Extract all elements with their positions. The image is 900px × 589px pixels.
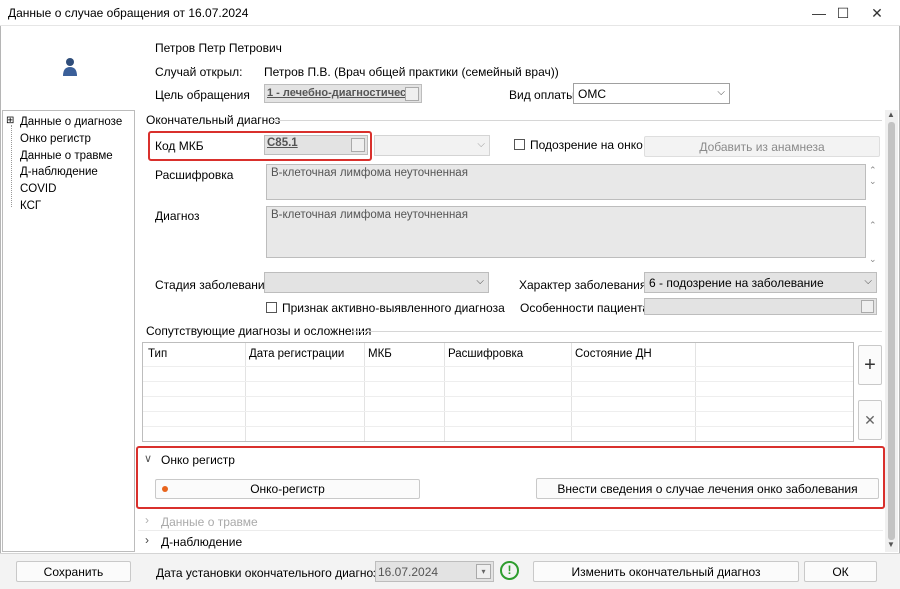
patient-features-field[interactable]: [644, 298, 877, 315]
character-label: Характер заболевания: [519, 278, 647, 292]
final-date-value: 16.07.2024: [378, 565, 439, 579]
section-final-diagnosis: Окончательный диагноз: [146, 113, 281, 127]
patient-name: Петров Петр Петрович: [155, 41, 282, 55]
opened-value: Петров П.В. (Врач общей практики (семейн…: [264, 65, 559, 79]
mkb-extra-select[interactable]: ⌵: [374, 135, 490, 156]
section-trauma[interactable]: Данные о травме: [161, 515, 258, 529]
mkb-label: Код МКБ: [155, 139, 204, 153]
character-select[interactable]: 6 - подозрение на заболевание ⌵: [644, 272, 877, 293]
diagnosis-scroll-icon[interactable]: ⌃ ⌄: [869, 208, 877, 276]
mkb-value: С85.1: [267, 137, 298, 149]
vertical-scrollbar[interactable]: ▲ ▼: [885, 110, 898, 552]
tree-item-onko[interactable]: Онко регистр: [20, 133, 91, 145]
user-icon: [63, 58, 77, 76]
column-header-decoding[interactable]: Расшифровка: [448, 348, 523, 360]
chevron-down-icon[interactable]: ∨: [144, 452, 152, 465]
add-from-anamnesis-button[interactable]: Добавить из анамнеза: [644, 136, 880, 157]
column-header-reg-date[interactable]: Дата регистрации: [249, 348, 344, 360]
active-detected-label: Признак активно-выявленного диагноза: [282, 301, 505, 315]
tree-item-trauma[interactable]: Данные о травме: [20, 150, 113, 162]
payment-label: Вид оплаты: [509, 88, 575, 102]
purpose-field[interactable]: 1 - лечебно-диагностическа: [264, 84, 422, 103]
column-header-type[interactable]: Тип: [148, 348, 167, 360]
decoding-field[interactable]: В-клеточная лимфома неуточненная: [266, 164, 866, 200]
decoding-label: Расшифровка: [155, 168, 234, 182]
active-detected-checkbox[interactable]: [266, 302, 277, 313]
section-d-observation[interactable]: Д-наблюдение: [161, 535, 242, 549]
purpose-label: Цель обращения: [155, 88, 250, 102]
payment-value: ОМС: [578, 87, 606, 101]
chevron-down-icon: ⌵: [477, 139, 485, 150]
onko-treatment-button[interactable]: Внести сведения о случае лечения онко за…: [536, 478, 879, 499]
close-button[interactable]: ✕: [854, 0, 900, 26]
scroll-down-icon[interactable]: ▼: [887, 540, 895, 549]
title-bar: Данные о случае обращения от 16.07.2024 …: [0, 0, 900, 26]
remove-row-button[interactable]: ✕: [858, 400, 882, 440]
chevron-down-icon: ⌵: [717, 87, 725, 98]
features-picker-button[interactable]: [861, 300, 874, 313]
column-header-dn-state[interactable]: Состояние ДН: [575, 348, 652, 360]
mkb-field[interactable]: С85.1: [264, 135, 368, 155]
scroll-up-icon[interactable]: ▲: [887, 110, 895, 119]
purpose-value: 1 - лечебно-диагностическа: [267, 87, 418, 99]
chevron-down-icon: ⌵: [864, 276, 872, 287]
decoding-scroll-icon[interactable]: ⌃ ⌄: [869, 165, 877, 187]
diagnosis-label: Диагноз: [155, 209, 200, 223]
concomitant-table[interactable]: Тип Дата регистрации МКБ Расшифровка Сос…: [142, 342, 854, 442]
final-date-label: Дата установки окончательного диагноза:: [156, 566, 389, 580]
onco-suspicion-label: Подозрение на онко: [530, 138, 643, 152]
status-dot-icon: [162, 486, 168, 492]
opened-label: Случай открыл:: [155, 65, 243, 79]
tree-item-diagnosis[interactable]: Данные о диагнозе: [20, 116, 122, 128]
chevron-down-icon: ⌵: [476, 276, 484, 287]
calendar-dropdown-icon[interactable]: ▾: [476, 564, 491, 579]
payment-select[interactable]: ОМС ⌵: [573, 83, 730, 104]
section-onko[interactable]: Онко регистр: [161, 453, 235, 467]
section-divider: [270, 120, 882, 121]
add-row-button[interactable]: +: [858, 345, 882, 385]
ok-button[interactable]: ОК: [804, 561, 877, 582]
diagnosis-field[interactable]: В-клеточная лимфома неуточненная: [266, 206, 866, 258]
info-ok-icon: !: [500, 561, 519, 580]
stage-select[interactable]: ⌵: [264, 272, 489, 293]
stage-label: Стадия заболевания: [155, 278, 272, 292]
purpose-picker-button[interactable]: [405, 87, 419, 101]
scroll-thumb[interactable]: [888, 122, 895, 540]
tree-item-d-observation[interactable]: Д-наблюдение: [20, 166, 98, 178]
section-divider: [352, 331, 882, 332]
chevron-right-icon[interactable]: ›: [145, 533, 149, 547]
window-title: Данные о случае обращения от 16.07.2024: [8, 6, 249, 20]
character-value: 6 - подозрение на заболевание: [649, 276, 824, 290]
mkb-picker-button[interactable]: [351, 138, 365, 152]
chevron-right-icon[interactable]: ›: [145, 513, 149, 527]
tree-item-covid[interactable]: COVID: [20, 183, 56, 195]
onco-suspicion-checkbox[interactable]: [514, 139, 525, 150]
onko-register-button[interactable]: Онко-регистр: [155, 479, 420, 499]
patient-features-label: Особенности пациента: [520, 301, 650, 315]
tree-item-ksg[interactable]: КСГ: [20, 200, 41, 212]
navigation-tree: ⊞ Данные о диагнозе Онко регистр Данные …: [2, 110, 135, 552]
section-concomitant: Сопутствующие диагнозы и осложнения: [146, 324, 372, 338]
column-header-mkb[interactable]: МКБ: [368, 348, 392, 360]
save-button[interactable]: Сохранить: [16, 561, 131, 582]
final-date-field[interactable]: 16.07.2024 ▾: [375, 561, 494, 582]
onko-register-label: Онко-регистр: [250, 482, 325, 496]
change-final-diagnosis-button[interactable]: Изменить окончательный диагноз: [533, 561, 799, 582]
